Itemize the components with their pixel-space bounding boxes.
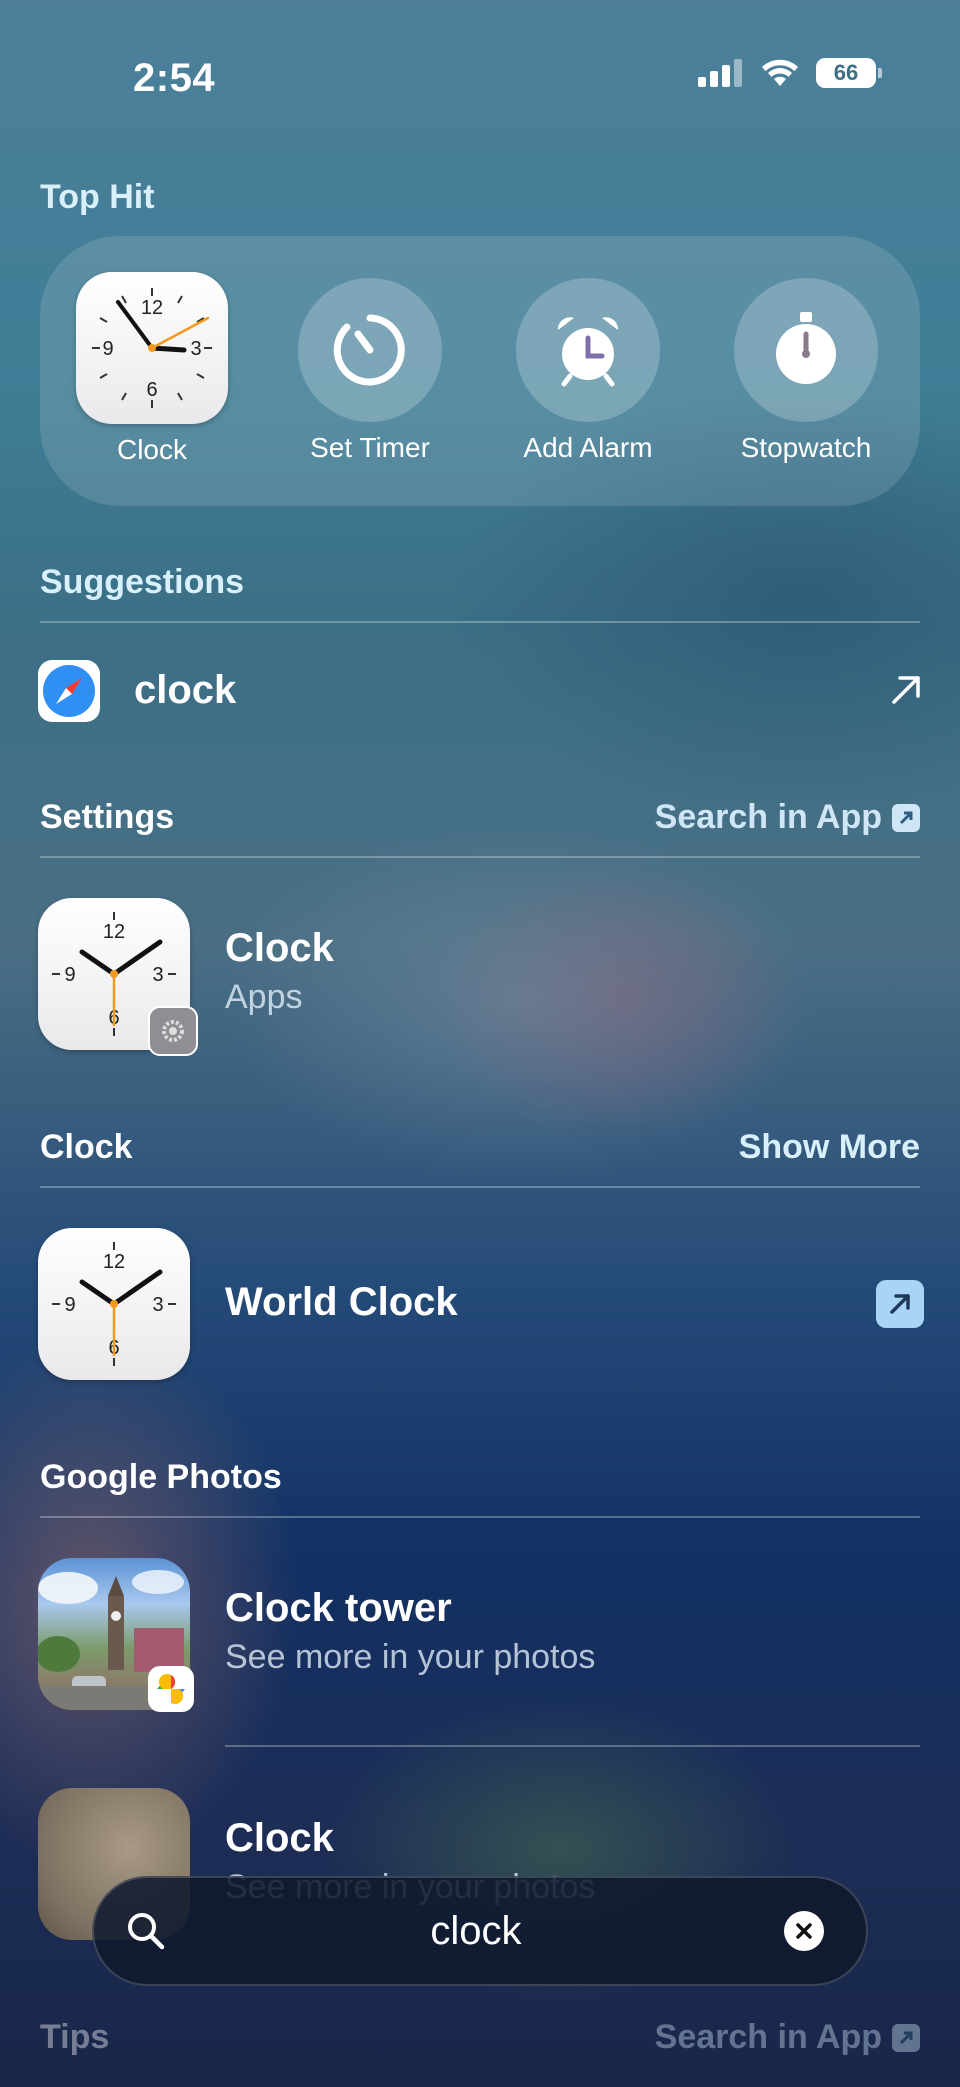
safari-icon	[38, 660, 100, 722]
google-photos-icon	[148, 1666, 194, 1712]
open-in-app-icon[interactable]	[876, 1280, 924, 1328]
add-alarm-label: Add Alarm	[523, 432, 653, 463]
stopwatch-button[interactable]: Stopwatch	[706, 278, 906, 464]
timer-icon	[298, 278, 442, 422]
tips-search-in-app-icon	[892, 2023, 920, 2052]
status-icons: 66	[698, 58, 882, 88]
world-clock-title: World Clock	[225, 1280, 458, 1324]
svg-text:3: 3	[190, 338, 201, 360]
tips-search-in-app-label: Search in App	[654, 2018, 882, 2056]
add-alarm-button[interactable]: Add Alarm	[488, 278, 688, 464]
svg-text:9: 9	[102, 338, 113, 360]
cellular-signal-icon	[698, 59, 742, 87]
battery-level: 66	[833, 60, 859, 85]
svg-text:12: 12	[141, 297, 163, 319]
wifi-icon	[762, 59, 798, 86]
suggestions-heading: Suggestions	[40, 563, 245, 601]
settings-clock-row[interactable]: 12369 Clock Apps	[36, 896, 924, 1056]
svg-text:3: 3	[152, 964, 163, 986]
settings-search-in-app-label: Search in App	[654, 798, 882, 836]
open-arrow-icon	[892, 676, 920, 704]
photo-results-divider	[225, 1745, 920, 1747]
clock-section-divider	[40, 1186, 920, 1188]
status-time: 2:54	[133, 56, 216, 100]
top-hit-heading: Top Hit	[40, 178, 155, 216]
battery-indicator: 66	[816, 58, 882, 88]
search-in-app-icon	[892, 803, 920, 832]
svg-text:12: 12	[103, 921, 125, 943]
clear-search-button[interactable]	[784, 1911, 824, 1951]
suggestion-text: clock	[134, 668, 237, 712]
tips-search-in-app[interactable]: Search in App	[655, 2018, 920, 2057]
google-photos-divider	[40, 1516, 920, 1518]
close-icon	[796, 1923, 812, 1939]
search-icon	[128, 1913, 165, 1950]
world-clock-icon: 12369	[38, 1228, 190, 1380]
clock-tower-title: Clock tower	[225, 1586, 452, 1630]
world-clock-row[interactable]: 12369 World Clock	[36, 1226, 924, 1386]
stopwatch-icon	[734, 278, 878, 422]
svg-text:9: 9	[64, 964, 75, 986]
svg-text:9: 9	[64, 1294, 75, 1316]
stopwatch-label: Stopwatch	[740, 432, 872, 463]
settings-clock-subtitle: Apps	[225, 978, 303, 1016]
set-timer-button[interactable]: Set Timer	[270, 278, 470, 464]
settings-gear-icon	[148, 1006, 198, 1056]
svg-text:3: 3	[152, 1294, 163, 1316]
google-photos-heading: Google Photos	[40, 1458, 282, 1496]
top-hit-clock-app[interactable]: 12 3 6 9 Clock	[52, 272, 252, 466]
clock-section-heading: Clock	[40, 1128, 133, 1166]
tips-heading: Tips	[40, 2018, 110, 2056]
svg-text:12: 12	[103, 1251, 125, 1273]
settings-heading: Settings	[40, 798, 175, 836]
clock-app-icon: 12 3 6 9	[76, 272, 228, 424]
suggestions-divider	[40, 621, 920, 623]
photo-result-clock-tower[interactable]: Clock tower See more in your photos	[36, 1556, 924, 1716]
top-hit-clock-label: Clock	[116, 434, 187, 465]
search-input[interactable]: clock	[168, 1909, 784, 1954]
settings-clock-title: Clock	[225, 926, 334, 970]
suggestion-row[interactable]: clock	[36, 656, 924, 728]
settings-search-in-app[interactable]: Search in App	[655, 798, 920, 837]
clock-tower-subtitle: See more in your photos	[225, 1638, 596, 1676]
set-timer-label: Set Timer	[310, 432, 430, 463]
alarm-clock-icon	[516, 278, 660, 422]
search-bar[interactable]: clock	[92, 1876, 868, 1986]
settings-divider	[40, 856, 920, 858]
clock-photo-title: Clock	[225, 1816, 334, 1860]
svg-text:6: 6	[146, 379, 157, 401]
show-more-link[interactable]: Show More	[739, 1128, 920, 1167]
